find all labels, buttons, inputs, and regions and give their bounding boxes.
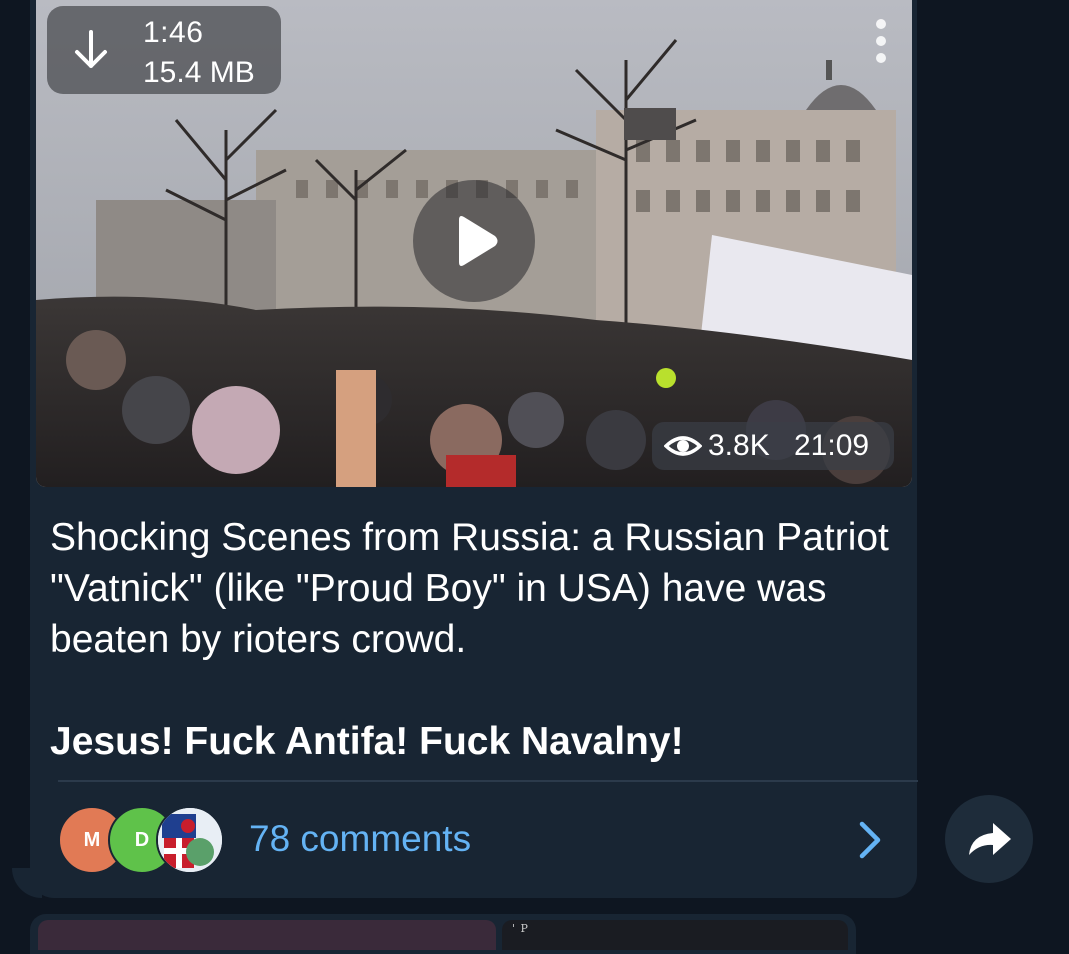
play-button[interactable] [413,180,535,302]
video-file-size: 15.4 MB [143,56,255,89]
caption-text: Shocking Scenes from Russia: a Russian P… [50,516,889,661]
bubble-tail [12,868,42,898]
comments-link[interactable]: 78 comments [249,818,471,860]
caption-bold-line: Jesus! Fuck Antifa! Fuck Navalny! [50,720,684,763]
message-time: 21:09 [794,429,870,462]
download-pill[interactable]: 1:46 15.4 MB [47,6,281,94]
avatar-image [158,808,222,872]
share-button[interactable] [945,795,1033,883]
views-time-pill: 3.8K 21:09 [652,422,894,470]
chevron-right-icon[interactable] [852,820,886,860]
share-forward-icon [969,823,1011,855]
eye-icon [664,436,702,456]
more-vertical-icon[interactable] [866,18,896,68]
commenter-avatars: M D [58,806,228,874]
download-arrow-icon [75,30,107,68]
comments-divider [58,780,918,782]
next-message-thumbnail[interactable]: ' P [502,920,848,950]
avatar [156,806,224,874]
message-caption: Shocking Scenes from Russia: a Russian P… [50,512,890,767]
video-duration: 1:46 [143,16,204,49]
next-message-preview-text: ' P [512,922,529,935]
view-count: 3.8K [708,429,770,462]
next-message-thumbnail[interactable] [38,920,496,950]
play-icon [459,216,498,266]
